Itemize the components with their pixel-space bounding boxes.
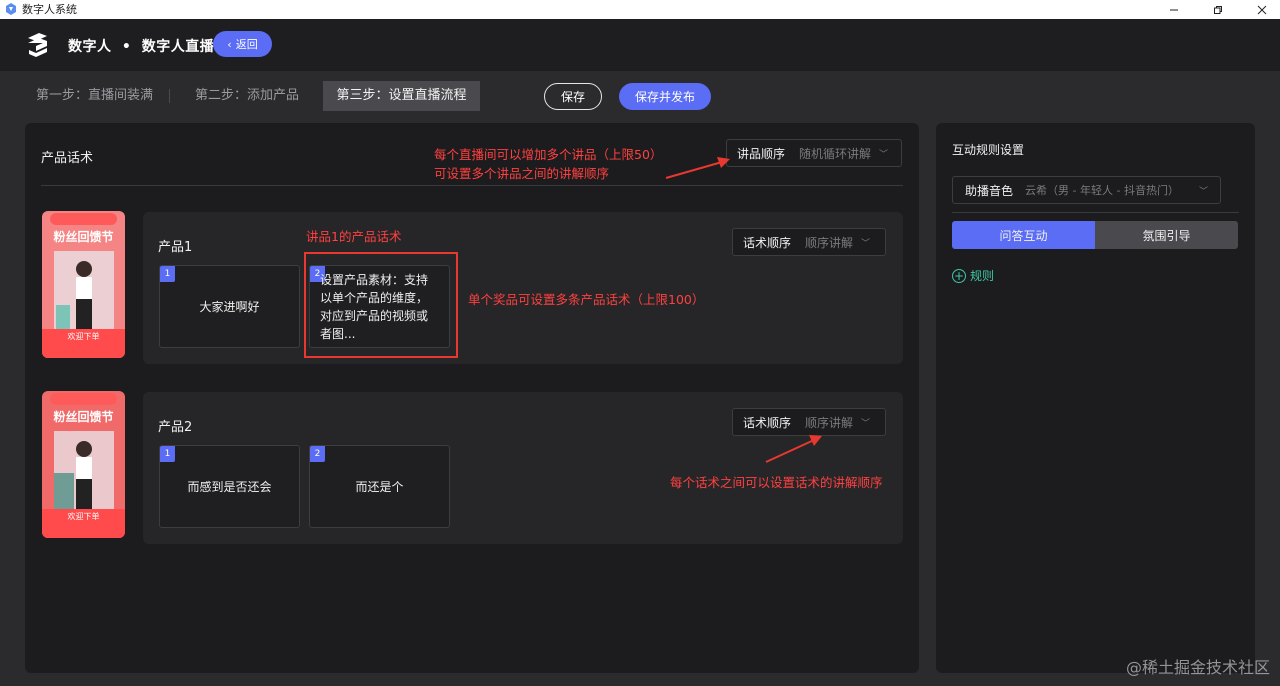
thumbnail-badge: 欢迎下单 (68, 511, 100, 521)
breadcrumb: 数字人 • 数字人直播 (68, 36, 214, 56)
annotation-product-limit: 每个直播间可以增加多个讲品（上限50） 可设置多个讲品之间的讲解顺序 (434, 145, 662, 183)
product-2-thumbnail[interactable]: 粉丝回馈节 欢迎下单 (42, 391, 125, 538)
script-order-value: 顺序讲解 (805, 235, 854, 250)
annotation-script-order: 每个话术之间可以设置话术的讲解顺序 (670, 475, 883, 490)
step-2-tab[interactable]: 第二步：添加产品 (183, 81, 311, 111)
window-titlebar: 数字人系统 (0, 0, 1280, 19)
script-card[interactable]: 1 大家进啊好 (159, 265, 300, 348)
breadcrumb-separator: • (121, 39, 132, 55)
thumbnail-title: 粉丝回馈节 (53, 229, 113, 244)
add-rule-label: 规则 (970, 269, 995, 283)
close-icon (1257, 5, 1267, 14)
breadcrumb-section: 数字人直播 (141, 39, 215, 55)
app-header: 数字人 • 数字人直播 ‹ 返回 (0, 19, 1280, 71)
interaction-rules-panel: 互动规则设置 助播音色 云希（男 - 年轻人 - 抖音热门） ﹀ 问答互动 氛围… (936, 123, 1255, 673)
script-card[interactable]: 1 而感到是否还会 (159, 445, 300, 528)
product-1-card: 产品1 话术顺序 顺序讲解 ﹀ 1 大家进啊好 2 设置产品素材：支持以单个产品… (143, 212, 903, 364)
product-order-label: 讲品顺序 (737, 146, 786, 161)
add-rule-button[interactable]: + 规则 (952, 267, 994, 284)
step-1-tab[interactable]: 第一步：直播间装满 (24, 81, 165, 111)
annotation-script-limit: 单个奖品可设置多条产品话术（上限100） (468, 292, 705, 307)
product-1-thumbnail[interactable]: 粉丝回馈节 欢迎下单 (42, 211, 125, 358)
product-script-panel: 产品话术 讲品顺序 随机循环讲解 ﹀ 粉丝回馈节 欢迎下单 产品1 话术顺序 顺… (25, 123, 919, 673)
section-divider (41, 185, 903, 186)
chevron-down-icon: ﹀ (861, 238, 871, 249)
script-text: 而还是个 (355, 479, 404, 494)
product-order-select[interactable]: 讲品顺序 随机循环讲解 ﹀ (726, 139, 902, 167)
side-panel-title: 互动规则设置 (952, 143, 1025, 157)
annotation-line: 每个直播间可以增加多个讲品（上限50） (434, 147, 663, 162)
product-thumbnail-image: 粉丝回馈节 欢迎下单 (42, 391, 125, 538)
window-title: 数字人系统 (22, 3, 77, 16)
script-order-label: 话术顺序 (743, 415, 792, 430)
watermark: @稀土掘金技术社区 (1125, 658, 1270, 677)
save-publish-button[interactable]: 保存并发布 (619, 83, 711, 110)
script-card[interactable]: 2 而还是个 (309, 445, 450, 528)
side-divider (952, 212, 1239, 213)
script-text: 大家进啊好 (199, 299, 260, 314)
product-2-card: 产品2 话术顺序 顺序讲解 ﹀ 1 而感到是否还会 2 而还是个 (143, 392, 903, 544)
annotation-highlight-box (304, 252, 458, 358)
tab-atmosphere-guide[interactable]: 氛围引导 (1095, 221, 1238, 249)
product-1-name: 产品1 (158, 240, 193, 255)
restore-button[interactable] (1200, 0, 1236, 19)
thumbnail-badge: 欢迎下单 (68, 331, 100, 341)
section-title: 产品话术 (41, 151, 94, 166)
chevron-down-icon: ﹀ (1198, 186, 1208, 197)
back-button[interactable]: ‹ 返回 (213, 31, 272, 57)
steps-bar: 第一步：直播间装满 第二步：添加产品 第三步：设置直播流程 保存 保存并发布 (0, 71, 1280, 123)
voice-value: 云希（男 - 年轻人 - 抖音热门） (1025, 184, 1179, 197)
close-button[interactable] (1244, 0, 1280, 19)
product-2-name: 产品2 (158, 420, 193, 435)
plus-circle-icon: + (952, 268, 966, 283)
restore-icon (1214, 5, 1222, 14)
step-divider (169, 89, 170, 103)
tab-qa-interaction[interactable]: 问答互动 (952, 221, 1095, 249)
annotation-script-label: 讲品1的产品话术 (306, 229, 402, 244)
script-text: 而感到是否还会 (187, 479, 272, 494)
script-number-badge: 2 (310, 446, 325, 462)
minimize-icon (1170, 9, 1178, 10)
thumbnail-title: 粉丝回馈节 (53, 409, 113, 424)
script-number-badge: 1 (160, 446, 175, 462)
product-1-script-order-select[interactable]: 话术顺序 顺序讲解 ﹀ (732, 228, 886, 256)
voice-label: 助播音色 (965, 183, 1014, 198)
product-2-script-order-select[interactable]: 话术顺序 顺序讲解 ﹀ (732, 408, 886, 436)
brand-logo-icon (28, 33, 47, 57)
script-order-label: 话术顺序 (743, 235, 792, 250)
annotation-line: 可设置多个讲品之间的讲解顺序 (434, 166, 610, 181)
back-label: 返回 (235, 38, 258, 51)
script-order-value: 顺序讲解 (805, 415, 854, 430)
script-number-badge: 1 (160, 266, 175, 282)
chevron-left-icon: ‹ (227, 37, 232, 51)
minimize-button[interactable] (1156, 0, 1192, 19)
product-order-value: 随机循环讲解 (799, 146, 872, 161)
voice-select[interactable]: 助播音色 云希（男 - 年轻人 - 抖音热门） ﹀ (952, 176, 1221, 204)
save-button[interactable]: 保存 (544, 83, 602, 110)
app-icon (6, 3, 16, 15)
product-thumbnail-image: 粉丝回馈节 欢迎下单 (42, 211, 125, 358)
step-3-tab[interactable]: 第三步：设置直播流程 (323, 81, 480, 111)
chevron-down-icon: ﹀ (861, 418, 871, 429)
chevron-down-icon: ﹀ (879, 149, 889, 160)
breadcrumb-app: 数字人 (68, 39, 112, 55)
